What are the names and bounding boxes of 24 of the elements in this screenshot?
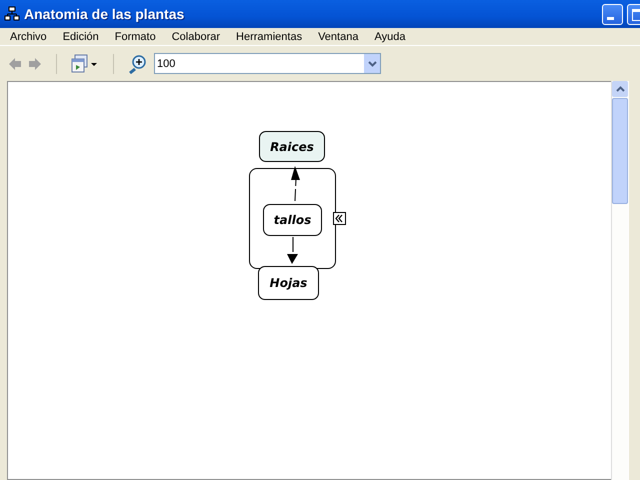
zoom-icon[interactable] xyxy=(128,54,148,74)
connector-arrow xyxy=(287,236,298,264)
window-title: Anatomia de las plantas xyxy=(24,6,186,22)
forward-arrow-icon[interactable] xyxy=(28,56,42,70)
menu-item[interactable]: Herramientas xyxy=(228,30,310,42)
menu-item[interactable]: Archivo xyxy=(2,30,55,42)
scroll-up-button[interactable] xyxy=(612,81,628,97)
window-view-icon[interactable] xyxy=(71,54,99,74)
collapse-icon[interactable] xyxy=(333,212,346,225)
vertical-scrollbar[interactable] xyxy=(611,81,628,480)
menu-item[interactable]: Formato xyxy=(106,30,164,42)
scroll-thumb[interactable] xyxy=(612,98,628,204)
back-arrow-icon[interactable] xyxy=(8,56,22,70)
chevron-up-icon xyxy=(616,86,624,92)
minimize-button[interactable] xyxy=(602,4,623,24)
connector-arrow xyxy=(291,166,300,202)
app-icon xyxy=(4,6,20,22)
concept-node[interactable]: Hojas xyxy=(258,266,319,300)
menu-item[interactable]: Edición xyxy=(54,30,107,42)
menu-item[interactable]: Colaborar xyxy=(164,30,228,42)
concept-node[interactable]: Raices xyxy=(259,131,325,162)
menu-item[interactable]: Ayuda xyxy=(366,30,414,42)
menu-item[interactable]: Ventana xyxy=(310,30,366,42)
concept-node[interactable]: tallos xyxy=(263,204,322,236)
